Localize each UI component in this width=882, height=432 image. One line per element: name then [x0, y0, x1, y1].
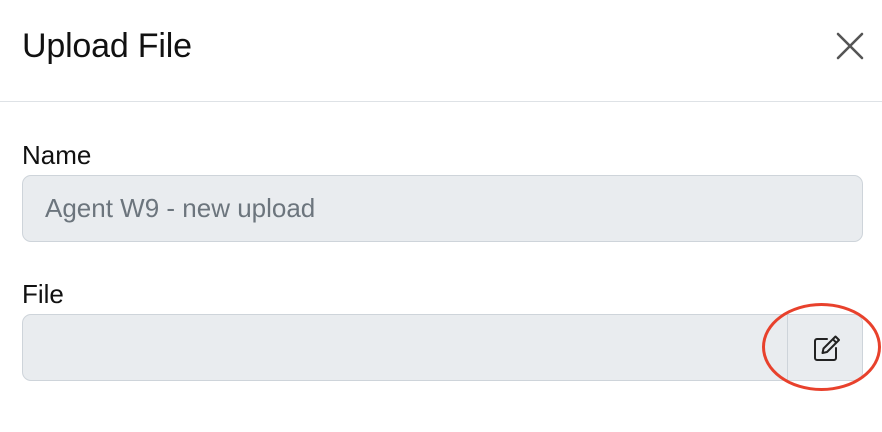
edit-icon — [814, 335, 840, 361]
file-input[interactable] — [23, 315, 787, 380]
name-input[interactable] — [22, 175, 863, 242]
upload-file-modal: Upload File Name File — [0, 0, 882, 432]
modal-header: Upload File — [0, 0, 882, 102]
name-label: Name — [22, 140, 92, 170]
modal-title: Upload File — [22, 27, 192, 65]
file-label: File — [22, 279, 64, 309]
close-button[interactable] — [832, 28, 868, 64]
file-input-group — [22, 314, 863, 381]
close-icon — [836, 32, 864, 60]
edit-file-button[interactable] — [787, 315, 862, 380]
